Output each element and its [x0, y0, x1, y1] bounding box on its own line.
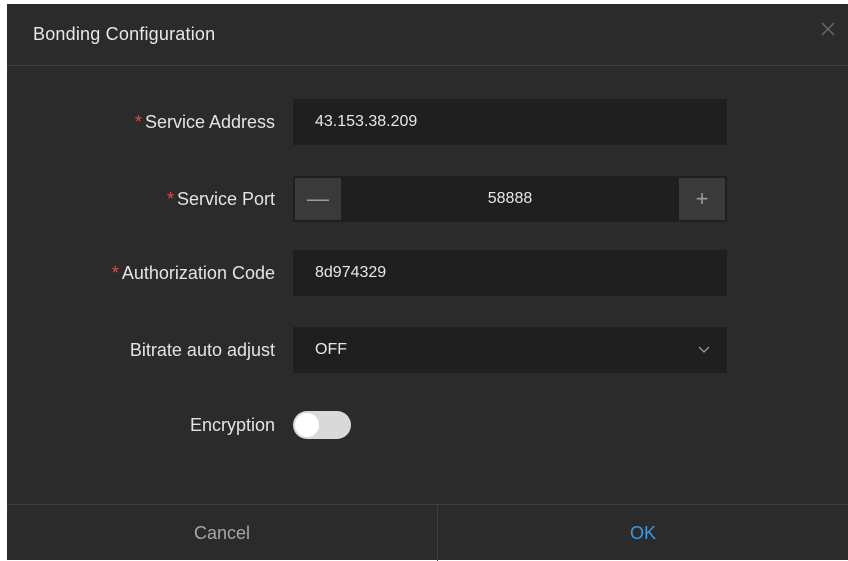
service-port-label: * Service Port: [167, 176, 275, 222]
service-port-row: * Service Port — 58888 +: [7, 176, 848, 222]
service-address-row: * Service Address 43.153.38.209: [7, 99, 848, 145]
increment-button[interactable]: +: [679, 178, 725, 220]
authorization-code-label: * Authorization Code: [112, 250, 275, 296]
authorization-code-label-text: Authorization Code: [121, 263, 275, 283]
authorization-code-row: * Authorization Code 8d974329: [7, 250, 848, 296]
dialog-footer: Cancel OK: [7, 504, 848, 561]
bitrate-auto-adjust-label: Bitrate auto adjust: [129, 340, 275, 360]
dialog-title: Bonding Configuration: [33, 24, 216, 44]
encryption-row: Encryption: [7, 402, 848, 448]
encryption-label: Encryption: [189, 415, 275, 435]
service-address-label-text: Service Address: [144, 112, 275, 132]
decrement-button[interactable]: —: [295, 178, 341, 220]
required-mark: *: [111, 263, 119, 283]
bitrate-auto-adjust-select[interactable]: OFF: [293, 327, 727, 373]
dialog-header: Bonding Configuration: [7, 4, 848, 66]
cancel-button[interactable]: Cancel: [7, 505, 438, 561]
bitrate-auto-adjust-value: OFF: [315, 341, 347, 358]
close-icon[interactable]: [819, 20, 837, 38]
service-port-stepper: — 58888 +: [293, 176, 727, 222]
authorization-code-input[interactable]: 8d974329: [293, 250, 727, 296]
required-mark: *: [166, 189, 174, 209]
bitrate-auto-adjust-row: Bitrate auto adjust OFF: [7, 327, 848, 373]
service-address-input[interactable]: 43.153.38.209: [293, 99, 727, 145]
bonding-configuration-dialog: Bonding Configuration * Service Address 4…: [7, 4, 848, 561]
service-port-label-text: Service Port: [176, 189, 275, 209]
chevron-down-icon: [697, 343, 711, 357]
ok-button[interactable]: OK: [438, 505, 848, 561]
toggle-knob: [295, 413, 319, 437]
service-address-label: * Service Address: [135, 99, 275, 145]
service-port-input[interactable]: 58888: [343, 176, 677, 222]
encryption-toggle[interactable]: [293, 411, 351, 439]
required-mark: *: [134, 112, 142, 132]
